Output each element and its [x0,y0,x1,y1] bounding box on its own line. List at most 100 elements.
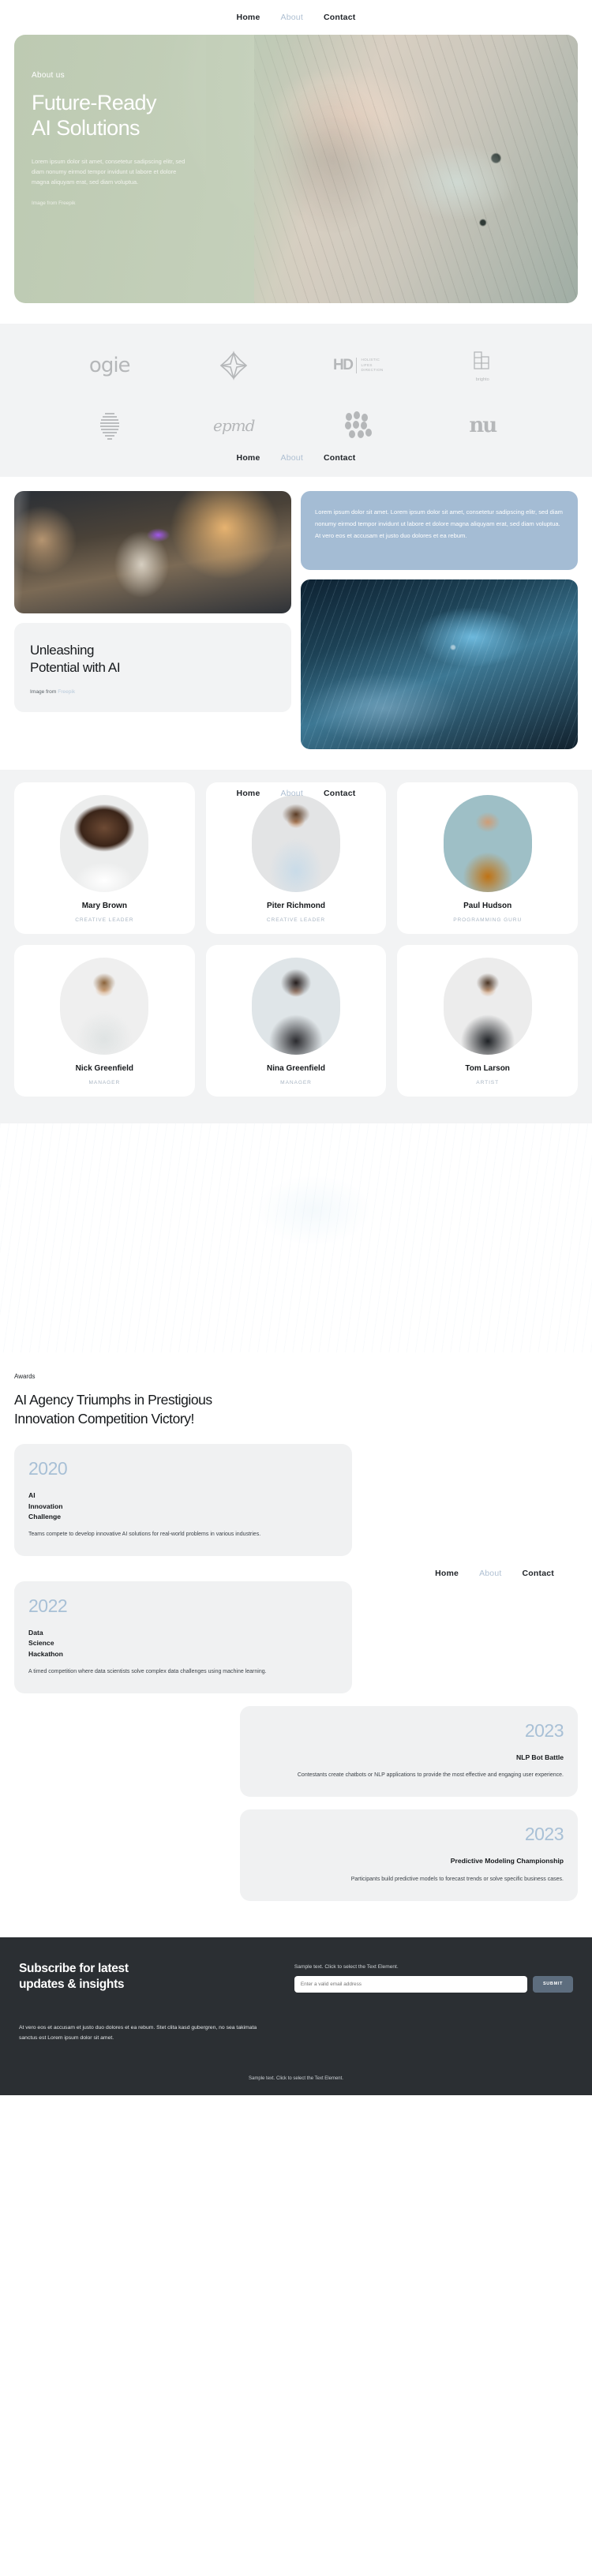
avatar [60,958,149,1056]
logos-nav-link-home[interactable]: Home [237,453,260,463]
team-member-role: CREATIVE LEADER [75,917,134,924]
logo-hd-mark: HD [333,357,354,373]
award-year: 2020 [28,1458,68,1479]
logo-dots-cluster[interactable] [343,407,374,444]
award-year: 2023 [524,1720,564,1741]
footer-bottom-note: Sample text. Click to select the Text El… [249,2076,343,2082]
logo-striped-sphere[interactable] [96,407,123,444]
subscribe-form: SUBMIT [294,1975,573,1993]
award-description: Contestants create chatbots or NLP appli… [297,1772,564,1779]
awards-nav-link-about[interactable]: About [479,1569,501,1578]
logo-ogie[interactable]: ogie [88,347,131,384]
full-width-banner-image [0,1123,592,1353]
award-description: Participants build predictive models to … [350,1876,564,1882]
avatar [251,958,340,1056]
credit-prefix: Image from [30,689,58,696]
avatar [443,958,532,1056]
credit-link-freepik[interactable]: Freepik [58,689,75,695]
showcase-heading-line-1: Unleashing [30,643,95,658]
hero-eyebrow: About us [32,71,65,80]
showcase-text-card: Unleashing Potential with AI Image from … [14,623,291,713]
logo-holistic-lifes-direction[interactable]: HD HOLISTIC LIFES DIRECTION [333,347,383,384]
awards-section: Awards AI Agency Triumphs in Prestigious… [0,1352,592,1937]
avatar [60,795,149,893]
showcase-heading-line-2: Potential with AI [30,660,121,676]
team-member-role: CREATIVE LEADER [266,917,326,924]
page-title: Future-Ready AI Solutions [32,91,342,141]
team-grid: Mary Brown CREATIVE LEADER Piter Richmon… [14,782,578,1097]
team-member-name: Tom Larson [465,1064,510,1074]
logos-navigation: Home About Contact [0,444,592,466]
showcase-image-robot-corridor [14,491,291,613]
award-card: 2020 AI Innovation Challenge Teams compe… [14,1444,353,1557]
team-member-name: Piter Richmond [267,902,325,911]
team-member-card[interactable]: Nina Greenfield MANAGER [205,945,387,1097]
logo-brighto[interactable]: brighto [470,347,494,384]
award-title: NLP Bot Battle [515,1753,564,1761]
nav-link-home[interactable]: Home [237,13,260,22]
awards-nav-link-home[interactable]: Home [435,1569,459,1578]
team-member-name: Paul Hudson [463,902,512,911]
team-member-role: MANAGER [280,1080,312,1086]
team-member-card[interactable]: Paul Hudson PROGRAMMING GURU [397,782,578,935]
award-description: A timed competition where data scientist… [28,1669,267,1675]
footer-heading: Subscribe for latest updates & insights [19,1961,274,1994]
team-nav-link-contact[interactable]: Contact [324,789,355,798]
awards-heading: AI Agency Triumphs in Prestigious Innova… [14,1391,578,1428]
avatar [443,795,532,893]
clients-logos-section: ogie HD HOLISTIC LIFES DIRECTION brighto… [0,324,592,477]
award-description: Teams compete to develop innovative AI s… [28,1532,261,1538]
logo-flower-mark[interactable] [218,347,249,384]
striped-sphere-icon [99,413,119,440]
team-member-card[interactable]: Tom Larson ARTIST [397,945,578,1097]
team-member-name: Nick Greenfield [75,1064,133,1074]
nav-link-contact[interactable]: Contact [324,13,355,22]
awards-eyebrow: Awards [14,1373,36,1381]
logo-epmd-wordmark: epmd [213,416,255,435]
award-title: Predictive Modeling Championship [450,1857,564,1865]
awards-nav-link-contact[interactable]: Contact [523,1569,554,1578]
dots-cluster-icon [344,411,372,438]
award-year: 2022 [28,1595,68,1617]
flower-mark-icon [220,351,248,381]
award-year: 2023 [524,1824,564,1845]
logo-ogie-wordmark: ogie [88,354,131,377]
team-section: Home About Contact Mary Brown CREATIVE L… [0,770,592,1124]
awards-navigation: Home About Contact [14,1569,578,1578]
top-navigation: Home About Contact [0,0,592,35]
nav-link-about[interactable]: About [281,13,303,22]
team-member-card[interactable]: Mary Brown CREATIVE LEADER [14,782,195,935]
award-card: 2022 Data Science Hackathon A timed comp… [14,1581,353,1693]
brighto-blocks-icon [474,351,489,369]
showcase-image-credit: Image from Freepik [30,689,275,695]
award-title: Data Science Hackathon [28,1629,63,1658]
logos-nav-link-contact[interactable]: Contact [324,453,355,463]
team-nav-link-about[interactable]: About [281,789,303,798]
team-member-role: MANAGER [88,1080,121,1086]
avatar [251,795,340,893]
footer-sample-note: Sample text. Click to select the Text El… [294,1963,399,1970]
hero-image-credit[interactable]: Image from Freepik [32,201,342,206]
awards-heading-line-1: AI Agency Triumphs in Prestigious [14,1392,212,1408]
logo-nu[interactable]: nu [469,407,497,444]
email-field[interactable] [294,1975,527,1993]
hero-title-line-1: Future-Ready [32,91,156,114]
showcase-section: Unleashing Potential with AI Image from … [0,477,592,749]
footer: Subscribe for latest updates & insights … [0,1937,592,2096]
award-card: 2023 Predictive Modeling Championship Pa… [239,1809,578,1901]
team-nav-link-home[interactable]: Home [237,789,260,798]
logo-epmd[interactable]: epmd [213,407,255,444]
submit-button[interactable]: SUBMIT [532,1975,573,1993]
hero-title-line-2: AI Solutions [32,115,140,140]
footer-body-text: At vero eos et accusam et justo duo dolo… [19,2025,257,2041]
logo-brighto-wordmark: brighto [475,377,489,382]
team-member-card[interactable]: Nick Greenfield MANAGER [14,945,195,1097]
footer-heading-line-1: Subscribe for latest [19,1961,129,1975]
logos-nav-link-about[interactable]: About [281,453,303,463]
team-member-card[interactable]: Piter Richmond CREATIVE LEADER [205,782,387,935]
logo-nu-wordmark: nu [469,414,497,437]
team-member-name: Nina Greenfield [267,1064,325,1074]
awards-heading-line-2: Innovation Competition Victory! [14,1410,194,1427]
team-member-role: ARTIST [476,1080,500,1086]
award-card: 2023 NLP Bot Battle Contestants create c… [239,1706,578,1798]
